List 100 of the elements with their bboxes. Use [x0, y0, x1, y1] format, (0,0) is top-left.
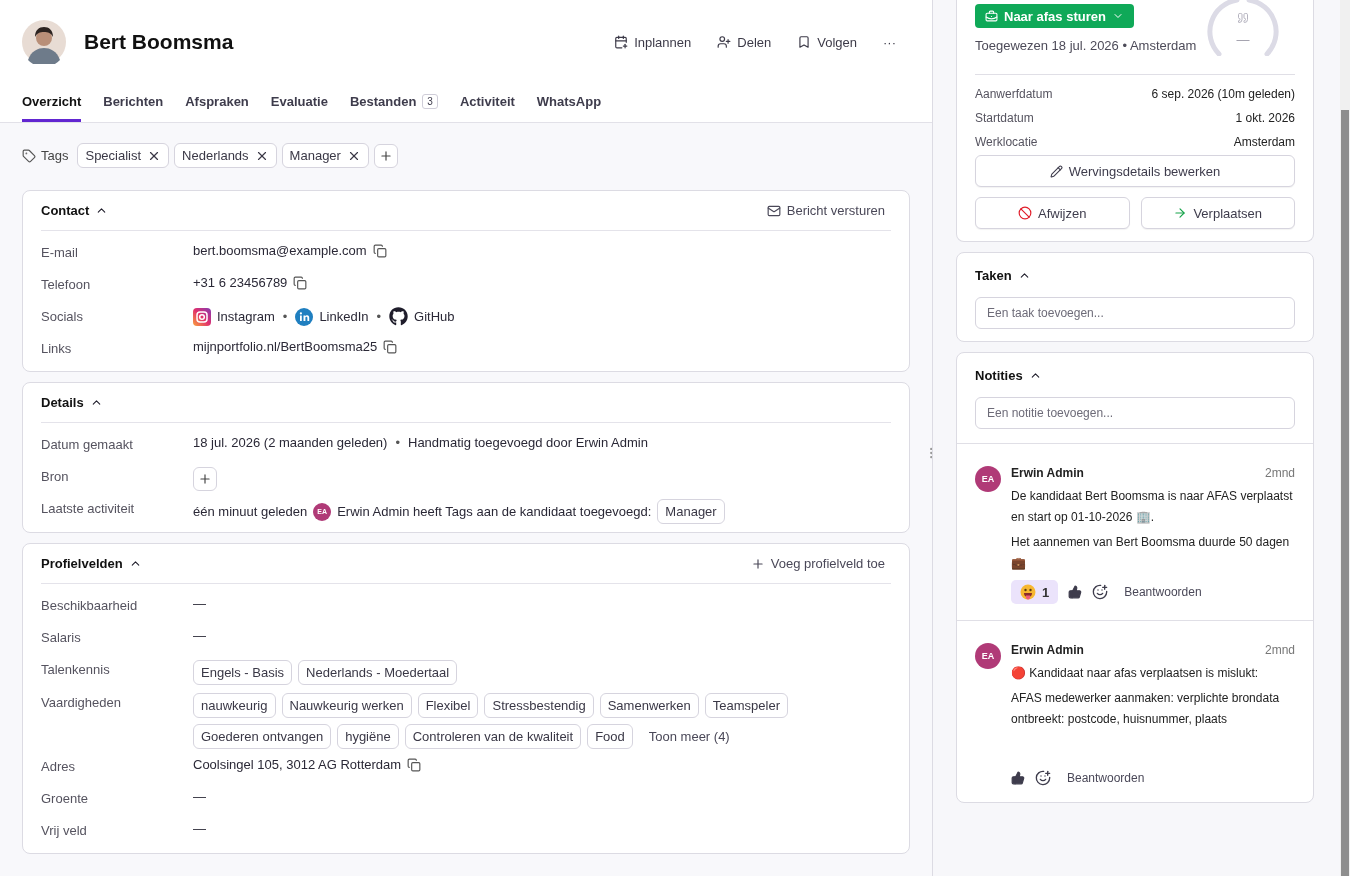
field-value: — [193, 628, 206, 643]
tab[interactable]: Berichten [103, 84, 164, 122]
avatar [22, 20, 66, 64]
tab[interactable]: Afspraken [185, 84, 249, 122]
field-label: Talenkennis [41, 661, 111, 677]
note-author: Erwin Admin [1011, 643, 1084, 657]
add-reaction-icon[interactable] [1092, 584, 1109, 600]
field-value: Handmatig toegevoegd door Erwin Admin [408, 435, 648, 450]
show-more-link[interactable]: Toon meer (4) [642, 729, 736, 744]
field-label: Salaris [41, 629, 82, 645]
copy-icon[interactable] [372, 243, 387, 258]
reaction-chip[interactable]: 1 [1011, 580, 1059, 604]
skill-chip: Controleren van de kwaliteit [404, 724, 582, 749]
tag-chip: Specialist [77, 143, 170, 168]
pencil-icon [1049, 164, 1063, 178]
note-author: Erwin Admin [1011, 466, 1084, 480]
field-label: Socials [41, 308, 84, 324]
skill-chip: Food [587, 724, 633, 749]
scrollbar[interactable] [1340, 0, 1350, 876]
thumbs-up-icon[interactable] [1011, 771, 1025, 785]
tab[interactable]: Bestanden 3 [349, 84, 438, 122]
tab[interactable]: Activiteit [459, 84, 515, 122]
social-link[interactable]: LinkedIn [319, 309, 369, 324]
tab[interactable]: Evaluatie [270, 84, 328, 122]
copy-icon[interactable] [383, 339, 398, 354]
field-label: Telefoon [41, 276, 92, 292]
tag-icon [22, 148, 36, 163]
field-label: Adres [41, 758, 76, 774]
skill-chip: Nauwkeurig werken [281, 693, 412, 718]
separator-dot: • [395, 435, 400, 450]
gauge-value: — [1235, 32, 1251, 47]
field-label: Bron [41, 468, 70, 484]
count-badge: 3 [422, 94, 438, 109]
task-input[interactable]: Een taak toevoegen... [975, 297, 1295, 329]
tag-chip: Nederlands [174, 143, 277, 168]
section-action-button[interactable]: Voeg profielveld toe [744, 556, 891, 571]
ban-icon [1018, 206, 1033, 220]
section-title: Profielvelden [41, 556, 123, 571]
field-value: +31 6 23456789 [193, 275, 288, 290]
note-text: De kandidaat Bert Boomsma is naar AFAS verplaatst en start op 01-10-2026 🏢. [1011, 488, 1294, 526]
activity-text: Erwin Admin heeft Tags aan de kandidaat toegevoegd: [337, 504, 652, 519]
field-label: Vrij veld [41, 822, 88, 838]
field-value: 6 sep. 2026 (10m geleden) [1151, 87, 1295, 101]
arrow-right-icon [1173, 206, 1188, 220]
note-text: Het aannemen van Bert Boomsma duurde 50 dagen 💼 [1011, 534, 1291, 572]
copy-icon[interactable] [407, 757, 422, 772]
bookmark-icon [797, 35, 812, 49]
reply-button[interactable]: Beantwoorden [1061, 771, 1151, 785]
section-action-button[interactable]: Bericht versturen [760, 203, 891, 218]
edit-button[interactable]: Wervingsdetails bewerken [975, 155, 1295, 187]
user-avatar: EA [975, 643, 1001, 669]
instagram-icon [193, 307, 211, 326]
field-label: Links [41, 340, 73, 356]
person-plus-icon [717, 35, 732, 49]
field-label: Werklocatie [975, 135, 1038, 149]
reply-button[interactable]: Beantwoorden [1118, 585, 1208, 599]
add-tag-button[interactable] [373, 143, 398, 168]
move-button[interactable]: Verplaatsen [1140, 197, 1295, 229]
field-value: Coolsingel 105, 3012 AG Rotterdam [193, 757, 402, 772]
field-value: Amsterdam [1233, 135, 1295, 149]
skill-chip: hygiëne [337, 724, 399, 749]
skill-chip: Nederlands - Moedertaal [298, 660, 458, 685]
field-label: Vaardigheden [41, 694, 122, 710]
field-value: — [193, 789, 206, 804]
note-time: 2mnd [1264, 466, 1295, 480]
reject-button[interactable]: Afwijzen [975, 197, 1130, 229]
header-action-button[interactable]: Volgen [787, 28, 867, 56]
tab[interactable]: WhatsApp [536, 84, 602, 122]
skill-chip: Stressbestendig [484, 693, 594, 718]
thumbs-up-icon[interactable] [1068, 585, 1083, 599]
field-label: Aanwerfdatum [975, 87, 1053, 101]
assigned-text: Toegewezen 18 jul. 2026 • Amsterdam [975, 38, 1197, 53]
field-label: E-mail [41, 244, 79, 260]
skill-chip: Samenwerken [599, 693, 699, 718]
note-input[interactable]: Een notitie toevoegen... [975, 397, 1295, 429]
tag-chip: Manager [281, 143, 369, 168]
tag-chip: Manager [657, 499, 725, 524]
plus-icon [750, 556, 765, 571]
tab[interactable]: Overzicht [22, 84, 82, 122]
add-button[interactable] [193, 467, 217, 491]
field-value: — [193, 821, 206, 836]
field-label: Startdatum [975, 111, 1034, 125]
skill-chip: Teamspeler [704, 693, 788, 718]
github-icon [389, 307, 409, 326]
social-link[interactable]: GitHub [414, 309, 455, 324]
more-button[interactable]: ··· [873, 28, 906, 56]
note-time: 2mnd [1264, 643, 1295, 657]
header-action-button[interactable]: Delen [707, 28, 782, 56]
user-avatar: EA [975, 466, 1001, 492]
calendar-plus-icon [614, 35, 629, 49]
section-title: Taken [975, 267, 1012, 283]
copy-icon[interactable] [293, 275, 308, 290]
field-value: bert.boomsma@example.com [193, 243, 367, 258]
header-action-button[interactable]: Inplannen [604, 28, 702, 56]
tags-label: Tags [41, 148, 69, 163]
field-value: — [193, 596, 206, 611]
add-reaction-icon[interactable] [1035, 770, 1051, 786]
field-value: 18 jul. 2026 (2 maanden geleden) [193, 435, 388, 450]
social-link[interactable]: Instagram [217, 309, 275, 324]
field-label: Datum gemaakt [41, 436, 134, 452]
